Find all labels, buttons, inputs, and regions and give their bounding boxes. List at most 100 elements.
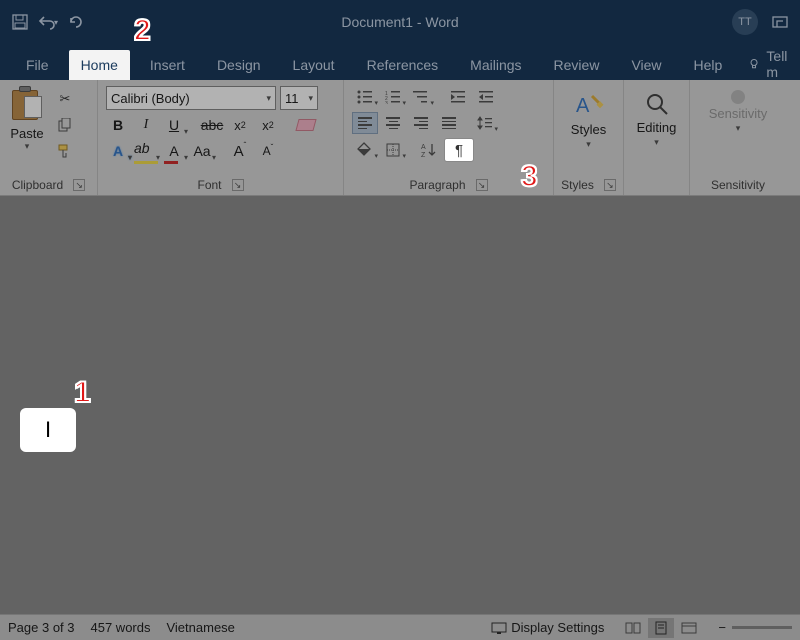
styles-button[interactable]: A Styles ▾	[560, 84, 617, 150]
numbering-button[interactable]: 123	[380, 86, 406, 108]
zoom-out-button[interactable]: −	[718, 620, 726, 635]
strikethrough-button[interactable]: abc	[200, 114, 224, 136]
eraser-icon	[295, 119, 316, 131]
sensitivity-icon	[731, 90, 745, 104]
window-title: Document1 - Word	[341, 14, 458, 30]
align-right-button[interactable]	[408, 112, 434, 134]
align-center-button[interactable]	[380, 112, 406, 134]
status-bar: Page 3 of 3 457 words Vietnamese Display…	[0, 614, 800, 640]
tab-mailings[interactable]: Mailings	[458, 50, 533, 80]
text-effects-button[interactable]: A	[106, 140, 130, 162]
bold-button[interactable]: B	[106, 114, 130, 136]
display-icon	[491, 622, 507, 634]
font-launcher[interactable]: ↘	[232, 179, 244, 191]
zoom-slider[interactable]: −	[718, 620, 792, 635]
redo-button[interactable]	[64, 10, 88, 34]
tab-layout[interactable]: Layout	[281, 50, 347, 80]
bullets-button[interactable]	[352, 86, 378, 108]
styles-button-label: Styles	[571, 122, 606, 137]
tell-me-search[interactable]: Tell m	[742, 48, 800, 80]
user-avatar[interactable]: TT	[732, 9, 758, 35]
font-name-value: Calibri (Body)	[111, 91, 190, 106]
decrease-indent-button[interactable]	[446, 86, 472, 108]
group-sensitivity: Sensitivity ▾ Sensitivity	[690, 80, 786, 195]
group-paragraph: 123 AZ	[344, 80, 554, 195]
italic-button[interactable]: I	[134, 114, 158, 136]
sensitivity-button: Sensitivity ▾	[696, 84, 780, 134]
text-cursor-box: I	[20, 408, 76, 452]
language-indicator[interactable]: Vietnamese	[166, 620, 234, 635]
font-group-label: Font	[197, 178, 221, 192]
multilevel-list-button[interactable]	[408, 86, 434, 108]
view-buttons	[620, 618, 702, 638]
borders-button[interactable]	[380, 139, 406, 161]
svg-text:A: A	[576, 95, 590, 117]
shrink-font-button[interactable]: Aˇ	[256, 140, 280, 162]
undo-button[interactable]: ▾	[36, 10, 60, 34]
editing-button[interactable]: Editing ▾	[630, 84, 683, 148]
svg-text:A: A	[421, 144, 426, 151]
clipboard-launcher[interactable]: ↘	[73, 179, 85, 191]
line-spacing-button[interactable]	[472, 112, 498, 134]
cut-button[interactable]: ✂	[54, 90, 76, 108]
tab-help[interactable]: Help	[682, 50, 735, 80]
ribbon: Paste ▾ ✂ Clipboard ↘ Calibri (Body)▾ 11▾	[0, 80, 800, 196]
clipboard-group-label: Clipboard	[12, 178, 63, 192]
sensitivity-button-label: Sensitivity	[709, 106, 768, 121]
web-layout-button[interactable]	[676, 618, 702, 638]
quick-access-toolbar: ▾	[0, 10, 88, 34]
save-button[interactable]	[8, 10, 32, 34]
ribbon-options-button[interactable]	[770, 12, 790, 32]
group-editing: Editing ▾	[624, 80, 690, 195]
font-size-combo[interactable]: 11▾	[280, 86, 318, 110]
ribbon-tabs: File Home Insert Design Layout Reference…	[0, 44, 800, 80]
group-clipboard: Paste ▾ ✂ Clipboard ↘	[0, 80, 98, 195]
align-left-button[interactable]	[352, 112, 378, 134]
change-case-button[interactable]: Aa	[190, 140, 214, 162]
word-count[interactable]: 457 words	[91, 620, 151, 635]
copy-button[interactable]	[54, 116, 76, 134]
tab-design[interactable]: Design	[205, 50, 273, 80]
tab-references[interactable]: References	[355, 50, 451, 80]
format-painter-button[interactable]	[54, 142, 76, 160]
svg-text:Z: Z	[421, 152, 426, 158]
underline-button[interactable]: U	[162, 114, 186, 136]
editing-button-label: Editing	[637, 120, 677, 135]
group-styles: A Styles ▾ Styles ↘	[554, 80, 624, 195]
shading-button[interactable]	[352, 139, 378, 161]
paragraph-launcher[interactable]: ↘	[476, 179, 488, 191]
lightbulb-icon	[748, 56, 760, 72]
clear-formatting-button[interactable]	[294, 114, 318, 136]
title-bar: ▾ Document1 - Word TT	[0, 0, 800, 44]
sensitivity-group-label: Sensitivity	[711, 178, 765, 192]
read-mode-button[interactable]	[620, 618, 646, 638]
tab-home[interactable]: Home	[69, 50, 130, 80]
tab-review[interactable]: Review	[542, 50, 612, 80]
justify-button[interactable]	[436, 112, 462, 134]
font-name-combo[interactable]: Calibri (Body)▾	[106, 86, 276, 110]
styles-launcher[interactable]: ↘	[604, 179, 616, 191]
tab-view[interactable]: View	[619, 50, 673, 80]
tab-insert[interactable]: Insert	[138, 50, 197, 80]
sort-button[interactable]: AZ	[416, 139, 442, 161]
font-size-value: 11	[285, 91, 299, 106]
page-indicator[interactable]: Page 3 of 3	[8, 620, 75, 635]
paste-icon	[12, 86, 42, 122]
find-icon	[643, 90, 671, 118]
subscript-button[interactable]: x2	[228, 114, 252, 136]
paragraph-group-label: Paragraph	[409, 178, 465, 192]
highlight-button[interactable]: ab	[134, 140, 158, 162]
show-hide-pilcrow-button[interactable]: ¶	[444, 138, 474, 162]
print-layout-button[interactable]	[648, 618, 674, 638]
document-area[interactable]: I	[0, 196, 800, 614]
svg-text:3: 3	[385, 101, 388, 104]
tell-me-label: Tell m	[766, 48, 794, 80]
superscript-button[interactable]: x2	[256, 114, 280, 136]
font-color-button[interactable]: A	[162, 140, 186, 162]
paste-button[interactable]: Paste ▾	[6, 86, 48, 152]
increase-indent-button[interactable]	[474, 86, 500, 108]
display-settings-button[interactable]: Display Settings	[491, 620, 604, 635]
grow-font-button[interactable]: Aˆ	[228, 140, 252, 162]
group-font: Calibri (Body)▾ 11▾ B I U abc x2 x2 A ab	[98, 80, 344, 195]
tab-file[interactable]: File	[14, 50, 61, 80]
